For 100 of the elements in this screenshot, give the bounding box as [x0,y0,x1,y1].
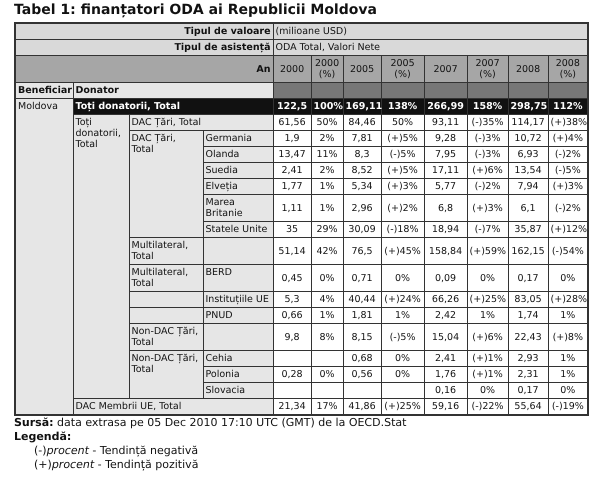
row-label: Non-DAC Țări, Total [129,324,203,350]
table-cell: (-)2% [548,146,588,162]
table-cell: 0% [548,382,588,398]
table-cell: 35 [273,222,312,238]
source-note: Sursă: data extrasa pe 05 Dec 2010 17:10 UTC (GMT) de la OECD.Stat [14,416,408,430]
table-cell: 1,77 [273,178,312,194]
row-label: Slovacia [203,382,274,398]
table-cell: 29% [311,222,344,238]
table-cell: (-)22% [467,398,508,415]
table-cell: (+)38% [548,114,588,130]
table-cell: 1,9 [273,130,312,146]
table-cell: 112% [548,98,588,114]
row-label: Germania [203,130,274,146]
table-cell: 6,93 [508,146,548,162]
table-cell: 0,16 [424,382,468,398]
row-label: BERD [203,264,274,292]
table-cell: 8,3 [343,146,382,162]
table-cell: 0,17 [508,382,548,398]
table-cell: (+)2% [381,194,424,222]
table-cell: (-)5% [381,324,424,350]
table-cell: 2,42 [424,308,468,324]
table-cell: (+)45% [381,238,424,264]
header-cell [424,82,468,98]
table-cell: (-)2% [548,194,588,222]
column-header: 2007 [424,56,468,82]
table-cell: 1% [467,308,508,324]
table-cell: (+)1% [467,366,508,382]
table-cell: 0,66 [273,308,312,324]
row-header: Tipul de valoare [15,23,274,40]
table-cell: 0,56 [343,366,382,382]
row-label: Cehia [203,350,274,366]
table-cell: (-)5% [381,146,424,162]
header-cell [467,82,508,98]
table-cell: 0% [381,366,424,382]
table-cell: 83,05 [508,292,548,308]
row-label: Moldova [15,98,73,415]
row-label: Multilateral, Total [129,238,203,264]
table-cell: (+)59% [467,238,508,264]
table-cell: 122,5 [273,98,312,114]
column-header: 2005 (%) [381,56,424,82]
row-label: Toți donatorii, Total [73,98,274,114]
table-cell: 15,04 [424,324,468,350]
table-cell: 2% [311,130,344,146]
table-cell: 2,96 [343,194,382,222]
row-header: An [15,56,274,82]
row-label: DAC Țări, Total [129,130,203,238]
row-label: Polonia [203,366,274,382]
table-cell: 0% [381,264,424,292]
row-label: DAC Membrii UE, Total [73,398,274,415]
header-value: ODA Total, Valori Nete [273,40,588,56]
row-label: Elveția [203,178,274,194]
table-cell: 138% [381,98,424,114]
table-cell: 5,34 [343,178,382,194]
header-value: (milioane USD) [273,23,588,40]
table-cell: 1% [548,308,588,324]
table-cell: 35,87 [508,222,548,238]
table-cell: 18,94 [424,222,468,238]
table-cell: (+)5% [381,162,424,178]
table-cell: 93,11 [424,114,468,130]
table-cell: (-)3% [467,130,508,146]
table-cell: 59,16 [424,398,468,415]
table-cell: 1% [381,308,424,324]
table-cell: 2,31 [508,366,548,382]
column-header: 2000 [273,56,312,82]
column-header: Beneficiar [15,82,73,98]
column-header: Donator [73,82,274,98]
row-header: Tipul de asistență [15,40,274,56]
table-cell: (-)35% [467,114,508,130]
table-cell: 1% [548,350,588,366]
row-label: Suedia [203,162,274,178]
table-cell: 17% [311,398,344,415]
table-cell: 61,56 [273,114,312,130]
blank-cell [203,238,274,264]
table-cell: (-)5% [548,162,588,178]
table-cell: (+)5% [381,130,424,146]
row-label: Non-DAC Țări, Total [129,350,203,398]
column-header: 2005 [343,56,382,82]
table-cell: 50% [381,114,424,130]
table-cell: 40,44 [343,292,382,308]
table-cell: 9,8 [273,324,312,350]
table-cell: 55,64 [508,398,548,415]
table-cell: (+)12% [548,222,588,238]
table-cell: 6,1 [508,194,548,222]
header-cell [311,82,344,98]
table-cell: 1% [311,178,344,194]
table-cell: (-)7% [467,222,508,238]
table-cell: 8,15 [343,324,382,350]
table-cell: 30,09 [343,222,382,238]
table-cell: (-)54% [548,238,588,264]
table-cell: (+)3% [548,178,588,194]
row-label: Toți donatorii, Total [73,114,129,398]
column-header: 2007 (%) [467,56,508,82]
table-cell: 1% [548,366,588,382]
table-cell: 1,76 [424,366,468,382]
table-cell: 7,94 [508,178,548,194]
header-cell [273,82,312,98]
table-cell: (-)18% [381,222,424,238]
column-header: 2008 (%) [548,56,588,82]
table-cell: 7,81 [343,130,382,146]
table-cell: 158,84 [424,238,468,264]
